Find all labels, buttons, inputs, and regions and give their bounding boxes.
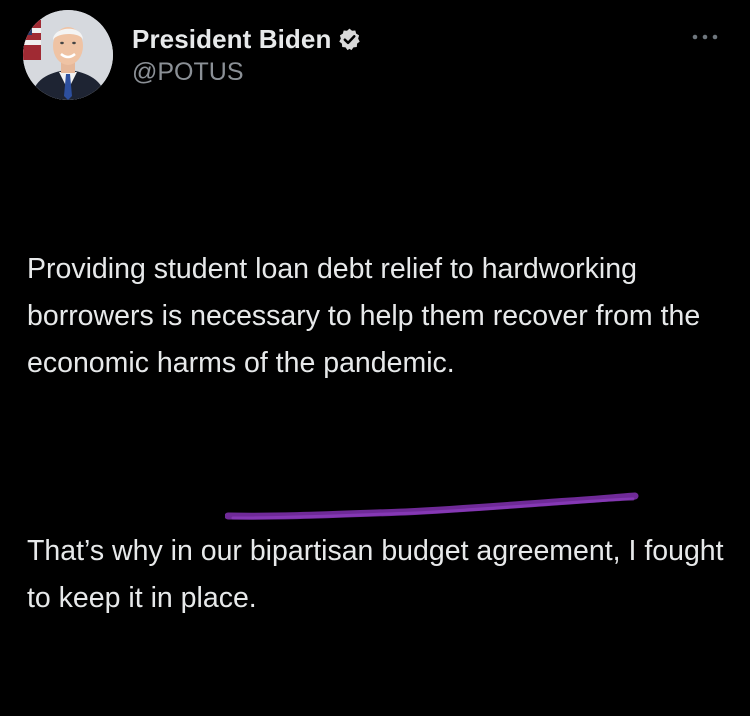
author-display-name[interactable]: President Biden [132, 24, 331, 55]
tweet-paragraph: That’s why in our bipartisan budget agre… [27, 535, 732, 614]
author-name-row: President Biden [132, 22, 362, 56]
author-handle[interactable]: @POTUS [132, 58, 362, 87]
tweet-paragraph: Providing student loan debt relief to ha… [27, 253, 709, 379]
author-info: President Biden @POTUS [132, 22, 362, 87]
tweet-text: Providing student loan debt relief to ha… [27, 152, 732, 716]
tweet-card: President Biden @POTUS Providing student… [0, 0, 750, 614]
avatar-photo-icon [23, 10, 113, 100]
author-avatar[interactable] [23, 10, 113, 100]
hand-drawn-underline [225, 492, 639, 520]
verified-badge-icon [339, 28, 361, 50]
more-options-icon[interactable] [690, 27, 720, 47]
